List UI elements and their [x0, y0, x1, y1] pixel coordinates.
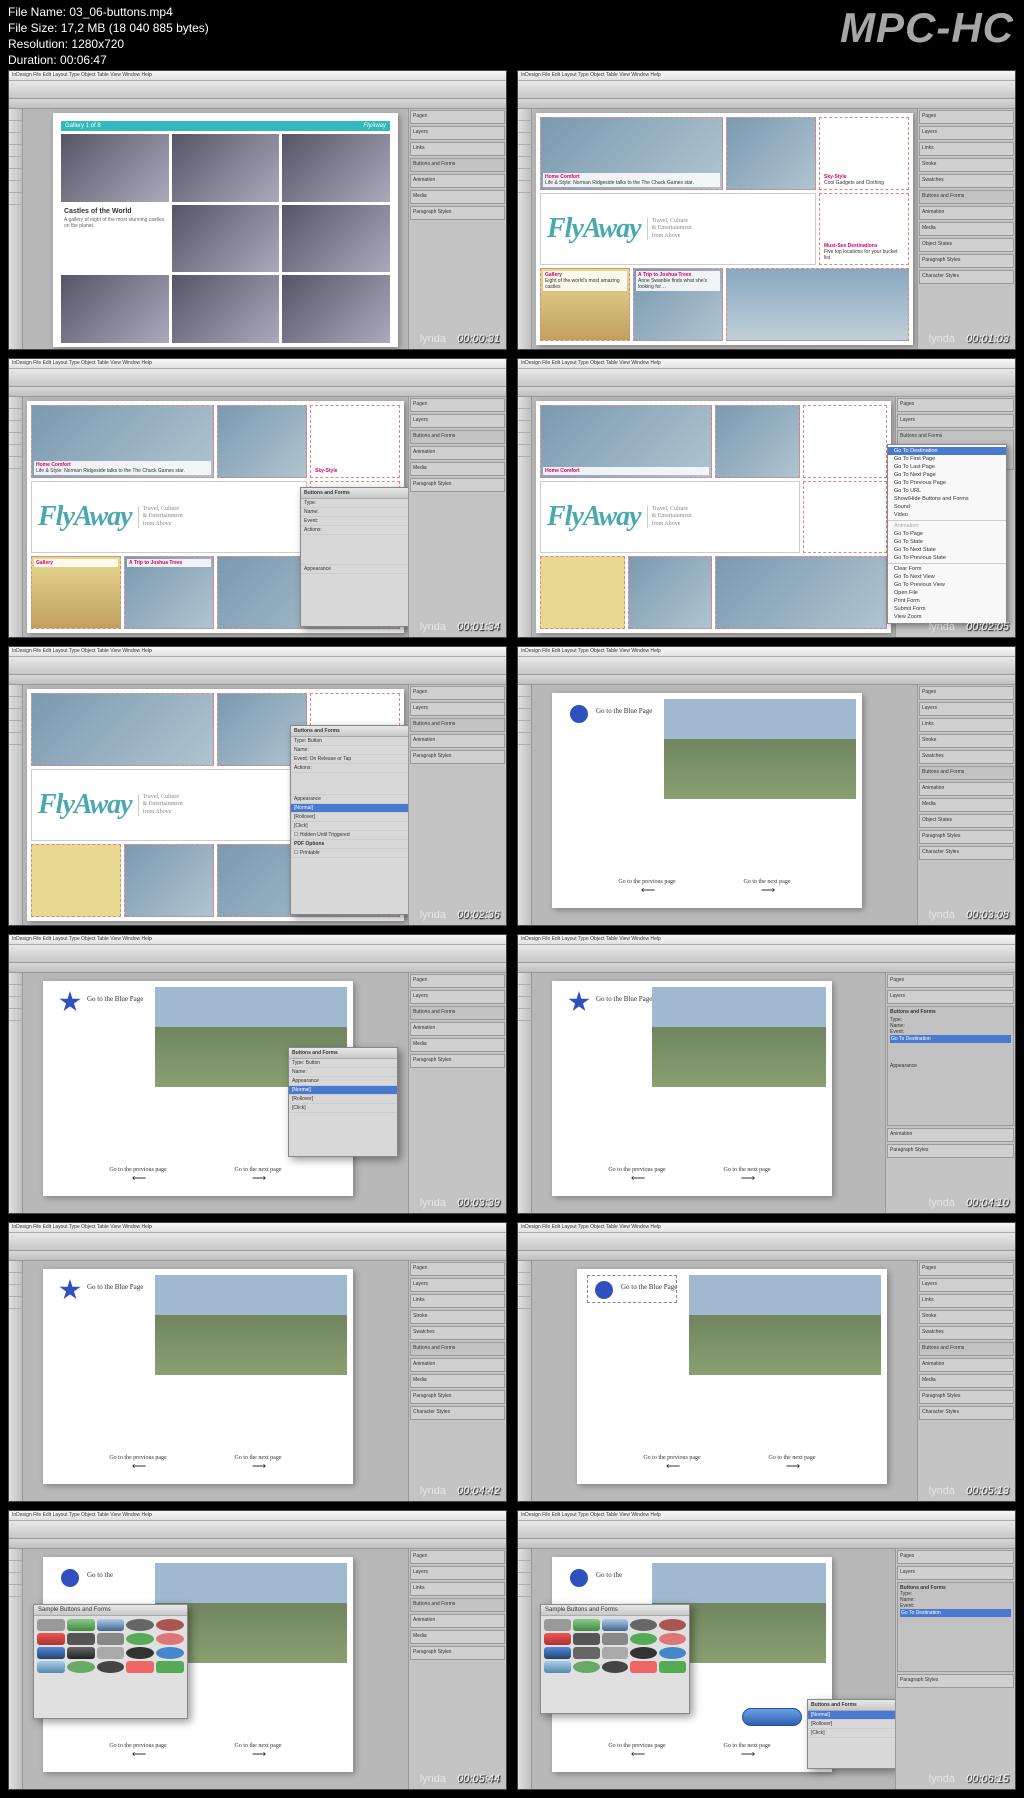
buttons-forms-panel[interactable]: Buttons and Forms [Normal] [Rollover] [C… — [807, 1699, 895, 1769]
prev-page-button[interactable]: Go to the previous page⟵ — [612, 879, 682, 896]
panels-dock: Pages Layers Links Buttons and Forms Ani… — [408, 109, 506, 349]
menubar: InDesign File Edit Layout Type Object Ta… — [9, 71, 506, 81]
blue-star-button[interactable] — [59, 991, 81, 1013]
next-page-button[interactable]: Go to the next page⟶ — [732, 879, 802, 896]
paris-photo — [664, 699, 856, 799]
thumbnail-4[interactable]: InDesign File Edit Layout Type Object Ta… — [517, 358, 1016, 638]
toolbar — [9, 81, 506, 99]
thumbnail-6[interactable]: InDesign File Edit Layout Type Object Ta… — [517, 646, 1016, 926]
sample-buttons-panel[interactable]: Sample Buttons and Forms — [540, 1604, 690, 1714]
sample-buttons-panel[interactable]: Sample Buttons and Forms — [33, 1604, 188, 1719]
player-badge: MPC-HC — [840, 4, 1014, 52]
thumbnail-5[interactable]: InDesign File Edit Layout Type Object Ta… — [8, 646, 507, 926]
thumbnail-8[interactable]: InDesign File Edit Layout Type Object Ta… — [517, 934, 1016, 1214]
timestamp: 00:00:31 — [457, 333, 500, 345]
selection-box — [587, 1275, 677, 1303]
gallery-heading: Castles of the World A gallery of eight … — [61, 205, 169, 273]
thumbnail-3[interactable]: InDesign File Edit Layout Type Object Ta… — [8, 358, 507, 638]
thumbnail-2[interactable]: InDesign File Edit Layout Type Object Ta… — [517, 70, 1016, 350]
tools-panel — [9, 109, 23, 349]
thumbnail-12[interactable]: InDesign File Edit Layout Type Object Ta… — [517, 1510, 1016, 1790]
pill-button[interactable] — [742, 1708, 802, 1726]
thumbnail-9[interactable]: InDesign File Edit Layout Type Object Ta… — [8, 1222, 507, 1502]
thumbnail-1[interactable]: InDesign File Edit Layout Type Object Ta… — [8, 70, 507, 350]
file-info-overlay: File Name: 03_06-buttons.mp4 File Size: … — [8, 4, 209, 68]
buttons-forms-panel[interactable]: Buttons and Forms Type: Button Name: Eve… — [290, 725, 408, 915]
thumbnail-grid: InDesign File Edit Layout Type Object Ta… — [8, 70, 1016, 1790]
buttons-forms-panel[interactable]: Buttons and Forms Type: Name: Event: Act… — [300, 487, 408, 627]
thumbnail-11[interactable]: InDesign File Edit Layout Type Object Ta… — [8, 1510, 507, 1790]
buttons-forms-panel[interactable]: Buttons and Forms Type: Button Name: App… — [288, 1047, 398, 1157]
thumbnail-7[interactable]: InDesign File Edit Layout Type Object Ta… — [8, 934, 507, 1214]
blue-circle-button[interactable] — [570, 705, 588, 723]
actions-dropdown[interactable]: Go To Destination Go To First Page Go To… — [887, 444, 1007, 624]
flyaway-logo: FlyAway Travel, Culture& Entertainmentfr… — [540, 193, 816, 266]
thumbnail-10[interactable]: InDesign File Edit Layout Type Object Ta… — [517, 1222, 1016, 1502]
gallery-titlebar: Gallery 1 of 8 FlyAway — [61, 121, 390, 131]
toolbar2 — [9, 99, 506, 109]
